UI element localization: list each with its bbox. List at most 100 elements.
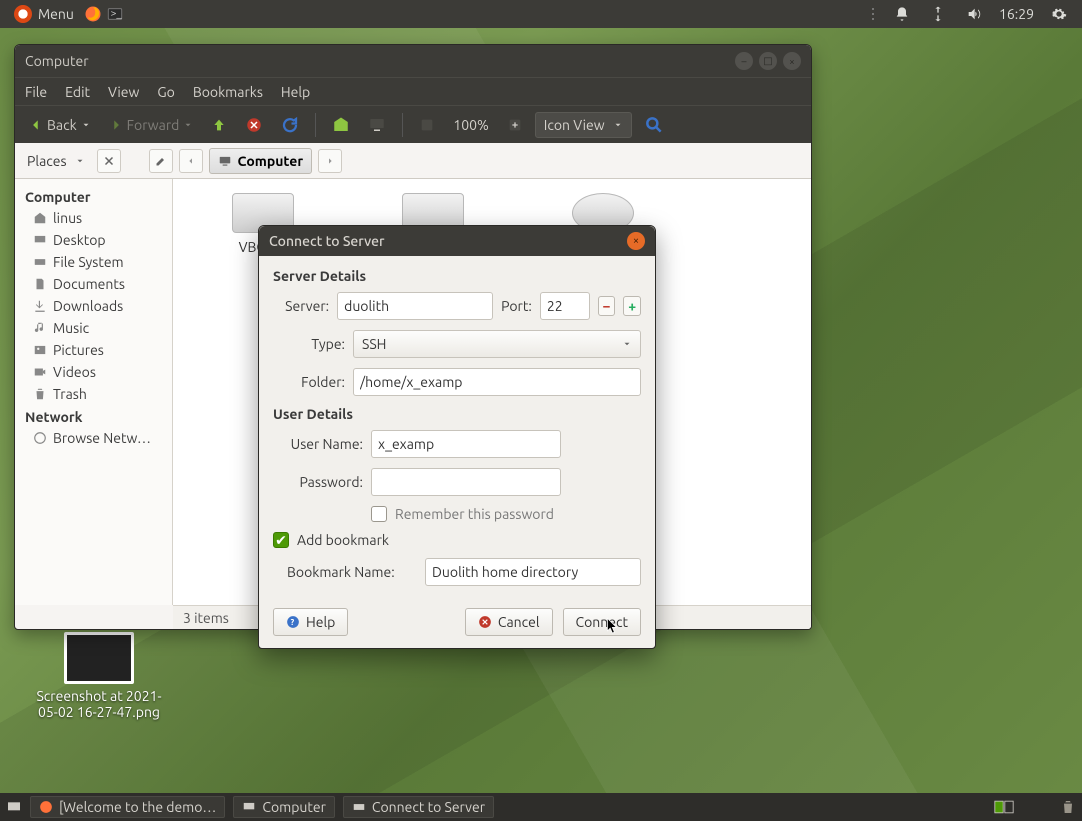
fm-toolbar: Back Forward 100% Icon View (15, 105, 811, 143)
volume-icon[interactable] (963, 3, 985, 25)
notifications-icon[interactable] (891, 3, 913, 25)
reload-button[interactable] (275, 111, 305, 139)
port-input[interactable] (540, 292, 590, 320)
username-label: User Name: (273, 436, 363, 452)
forward-button[interactable]: Forward (103, 111, 200, 139)
fm-sidebar: Computer linus Desktop File System Docum… (15, 179, 173, 605)
menu-bookmarks[interactable]: Bookmarks (193, 84, 263, 100)
cancel-icon (478, 615, 492, 629)
server-input[interactable] (337, 292, 493, 320)
sidebar-item-videos[interactable]: Videos (15, 361, 172, 383)
location-bar: Places Computer (15, 143, 811, 179)
add-bookmark-label: Add bookmark (297, 532, 389, 548)
desktop-file-screenshot[interactable]: Screenshot at 2021-05-02 16-27-47.png (34, 632, 164, 720)
bottom-taskbar: [Welcome to the demo… Computer Connect t… (0, 793, 1082, 821)
firefox-launcher[interactable] (82, 3, 104, 25)
cancel-button[interactable]: Cancel (465, 608, 553, 636)
fm-menubar: File Edit View Go Bookmarks Help (15, 77, 811, 105)
user-details-heading: User Details (273, 406, 641, 422)
port-decrement-button[interactable]: − (598, 296, 616, 316)
chevron-down-icon (81, 120, 91, 130)
taskbar-item-connect[interactable]: Connect to Server (343, 796, 494, 818)
zoom-in-button[interactable] (501, 111, 529, 139)
breadcrumb-computer[interactable]: Computer (209, 148, 313, 174)
grip-icon (871, 6, 877, 22)
sidebar-head-computer: Computer (15, 185, 172, 207)
close-places-button[interactable] (97, 149, 121, 173)
dialog-titlebar[interactable]: Connect to Server × (259, 226, 655, 256)
maximize-button[interactable]: □ (759, 52, 777, 70)
sidebar-item-browse-network[interactable]: Browse Netw… (15, 427, 172, 449)
server-details-heading: Server Details (273, 268, 641, 284)
type-select[interactable]: SSH (353, 330, 641, 358)
add-bookmark-checkbox[interactable]: ✔ (273, 532, 289, 548)
close-button[interactable]: × (783, 52, 801, 70)
fm-titlebar[interactable]: Computer – □ × (15, 45, 811, 77)
chevron-down-icon (622, 339, 632, 349)
zoom-level: 100% (447, 117, 494, 133)
back-button[interactable]: Back (23, 111, 97, 139)
system-tray: 16:29 (871, 3, 1076, 25)
sidebar-item-desktop[interactable]: Desktop (15, 229, 172, 251)
places-dropdown[interactable]: Places (21, 153, 91, 169)
sidebar-item-home[interactable]: linus (15, 207, 172, 229)
username-input[interactable] (371, 430, 561, 458)
terminal-launcher[interactable]: >_ (104, 3, 126, 25)
sidebar-item-pictures[interactable]: Pictures (15, 339, 172, 361)
menu-go[interactable]: Go (157, 84, 174, 100)
sidebar-item-filesystem[interactable]: File System (15, 251, 172, 273)
port-label: Port: (501, 298, 532, 314)
nav-next-button[interactable] (318, 149, 342, 173)
view-mode-select[interactable]: Icon View (535, 112, 632, 138)
home-button[interactable] (326, 111, 356, 139)
chevron-down-icon (183, 120, 193, 130)
edit-location-button[interactable] (149, 149, 173, 173)
port-increment-button[interactable]: + (623, 296, 641, 316)
sidebar-item-trash[interactable]: Trash (15, 383, 172, 405)
up-button[interactable] (205, 111, 233, 139)
sidebar-item-music[interactable]: Music (15, 317, 172, 339)
help-icon: ? (286, 615, 300, 629)
taskbar-item-firefox[interactable]: [Welcome to the demo… (30, 796, 225, 818)
taskbar-item-computer[interactable]: Computer (233, 796, 335, 818)
computer-button[interactable] (362, 111, 392, 139)
menu-help[interactable]: Help (281, 84, 310, 100)
remember-password-checkbox[interactable] (371, 506, 387, 522)
clock[interactable]: 16:29 (999, 6, 1034, 22)
bookmark-name-input[interactable] (425, 558, 641, 586)
trash-icon[interactable] (1060, 799, 1076, 815)
menu-edit[interactable]: Edit (65, 84, 90, 100)
settings-gear-icon[interactable] (1048, 3, 1070, 25)
menu-file[interactable]: File (25, 84, 47, 100)
sidebar-head-network: Network (15, 405, 172, 427)
search-button[interactable] (638, 111, 670, 139)
dialog-title: Connect to Server (269, 233, 627, 249)
dialog-close-button[interactable]: × (627, 232, 645, 250)
password-label: Password: (273, 474, 363, 490)
menu-button[interactable]: Menu (6, 5, 82, 23)
network-icon[interactable] (927, 3, 949, 25)
svg-text:?: ? (291, 617, 295, 627)
help-button[interactable]: ? Help (273, 608, 348, 636)
workspace-switcher[interactable] (994, 800, 1014, 814)
stop-button[interactable] (239, 111, 269, 139)
show-desktop-button[interactable] (6, 799, 22, 815)
folder-input[interactable] (353, 368, 641, 396)
connect-button[interactable]: Connect (563, 608, 642, 636)
ubuntu-logo-icon (14, 5, 32, 23)
minimize-button[interactable]: – (735, 52, 753, 70)
svg-text:>_: >_ (110, 6, 122, 18)
password-input[interactable] (371, 468, 561, 496)
server-label: Server: (273, 298, 329, 314)
folder-label: Folder: (273, 374, 345, 390)
nav-prev-button[interactable] (179, 149, 203, 173)
sidebar-item-downloads[interactable]: Downloads (15, 295, 172, 317)
menu-label: Menu (38, 6, 74, 22)
sidebar-item-documents[interactable]: Documents (15, 273, 172, 295)
menu-view[interactable]: View (108, 84, 139, 100)
connect-to-server-dialog: Connect to Server × Server Details Serve… (258, 225, 656, 649)
zoom-reset-button[interactable] (413, 111, 441, 139)
fm-title: Computer (25, 53, 735, 69)
bookmark-name-label: Bookmark Name: (287, 564, 417, 580)
remember-password-label: Remember this password (395, 506, 554, 522)
